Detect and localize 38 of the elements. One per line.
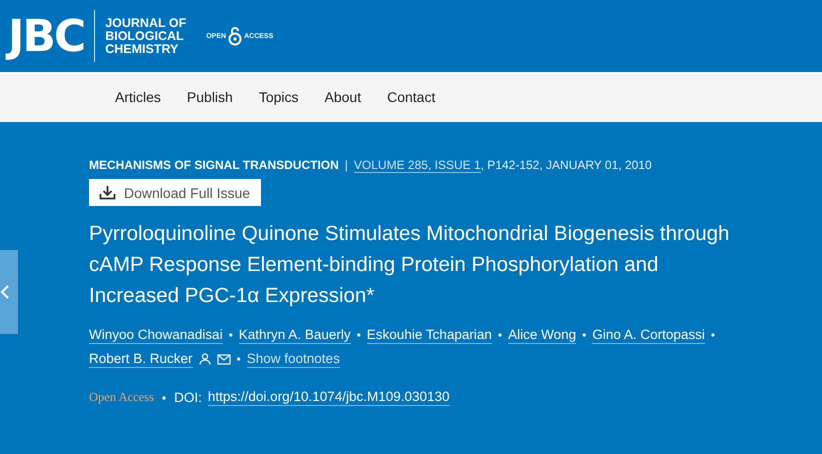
open-lock-icon [228,26,242,46]
nav-link[interactable]: Publish [186,89,233,105]
chevron-left-icon [0,284,10,300]
author-link[interactable]: Robert B. Rucker [89,350,193,368]
nav-link[interactable]: Articles [115,89,161,105]
author-link[interactable]: Winyoo Chowanadisai [89,326,223,344]
footnotes-link[interactable]: Show footnotes [246,350,340,368]
section-label: MECHANISMS OF SIGNAL TRANSDUCTION [89,158,339,172]
bullet: • [498,327,502,344]
open-access-label: Open Access [89,390,154,405]
nav-link[interactable]: About [324,89,362,105]
issue-link[interactable]: VOLUME 285, ISSUE 1 [354,158,481,173]
author-link[interactable]: Gino A. Cortopassi [592,326,705,344]
nav-link[interactable]: Topics [258,89,299,105]
separator: | [344,158,348,172]
bullet: • [356,327,361,344]
bullet: • [582,327,586,344]
citation-text: , P142-152, JANUARY 01, 2010 [480,158,652,172]
bullet: • [236,351,241,368]
doi-label: DOI: [174,390,202,405]
download-button[interactable]: Download Full Issue [89,179,262,206]
bullet: • [228,327,233,344]
journal-name: BIOLOGICAL [105,30,185,42]
journal-name: CHEMISTRY [105,42,180,56]
doi-link[interactable]: https://doi.org/10.1074/jbc.M109.030130 [208,389,450,406]
mail-icon [216,354,231,364]
nav-link[interactable]: Contact [387,89,436,105]
bullet: • [162,390,166,404]
author-link[interactable]: Alice Wong [508,326,576,344]
person-icon [198,353,211,365]
side-panel-tab[interactable] [0,250,18,334]
article-title: Pyrroloquinoline Quinone Stimulates Mitochondrial Biogenesis through cAMP Response Element-binding Protein Phosphorylation and Increased PGC-1α Expression* [89,221,730,309]
bullet: • [710,327,716,344]
download-icon [99,185,116,200]
journal-name: JOURNAL OF [105,16,186,30]
journal-logo[interactable]: JBC [8,10,84,62]
author-link[interactable]: Eskouhie Tchaparian [366,326,492,344]
author-link[interactable]: Kathryn A. Bauerly [238,326,351,344]
